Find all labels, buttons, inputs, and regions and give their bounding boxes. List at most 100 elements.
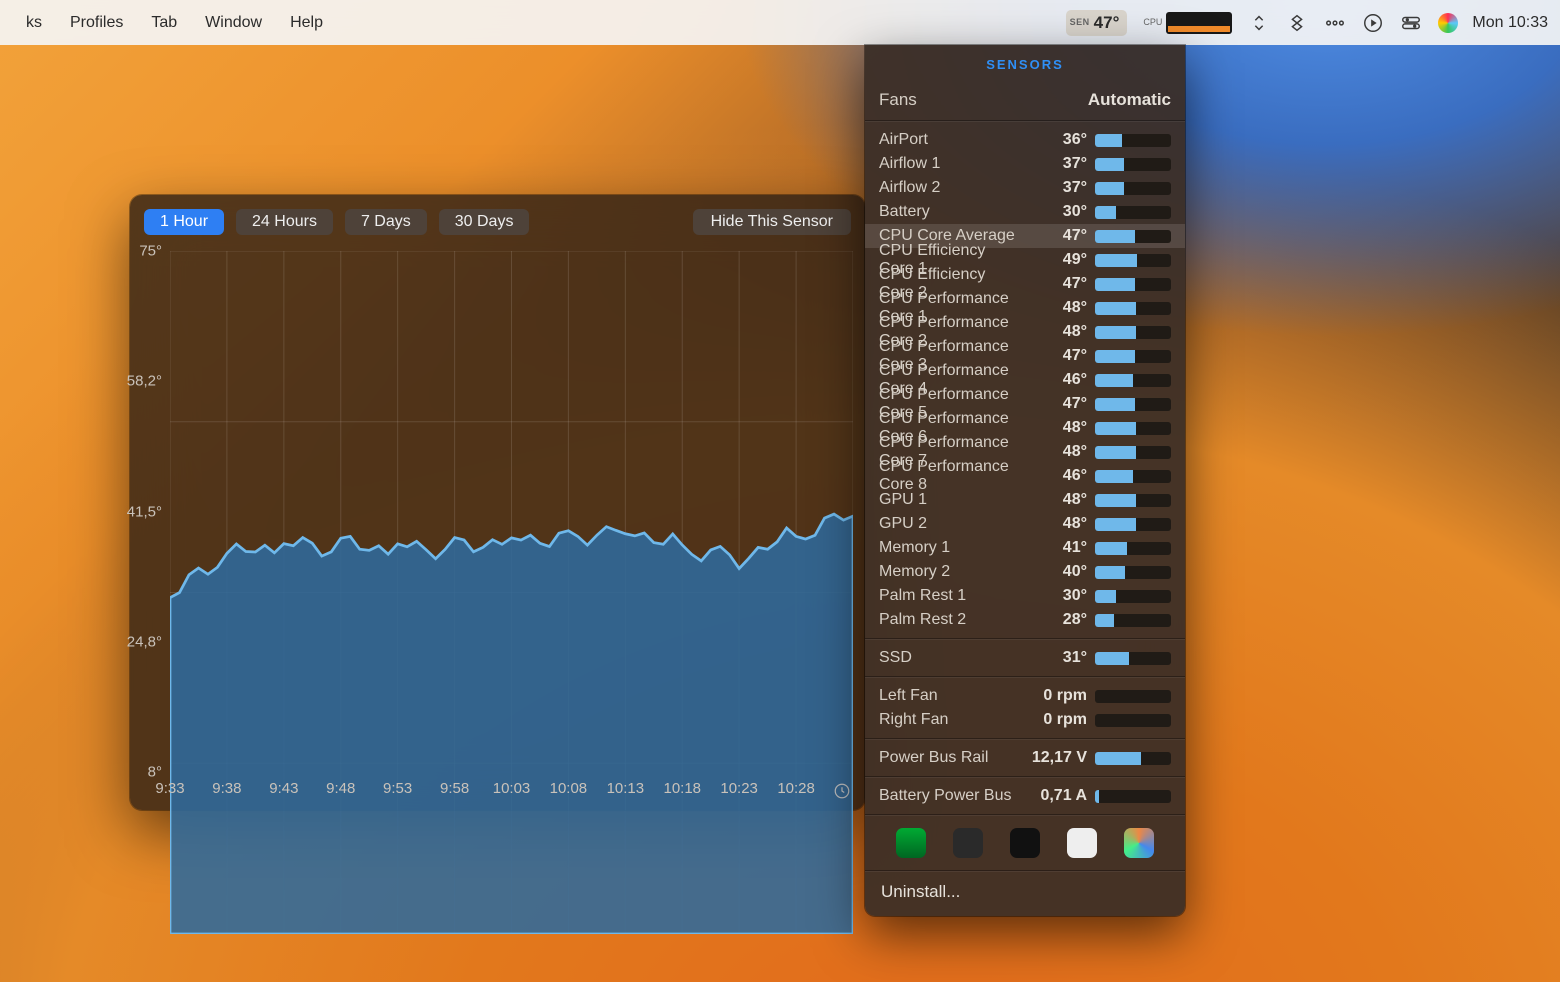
sensor-bar xyxy=(1095,398,1171,411)
y-tick: 41,5° xyxy=(127,503,162,520)
sensor-bar xyxy=(1095,542,1171,555)
x-tick: 9:33 xyxy=(155,780,184,797)
x-tick: 9:53 xyxy=(383,780,412,797)
sensor-name: CPU Performance Core 8 xyxy=(879,458,1017,494)
sensor-bar xyxy=(1095,278,1171,291)
sensor-row-battery-bus[interactable]: Battery Power Bus 0,71 A xyxy=(865,784,1185,808)
sensor-row[interactable]: Battery30° xyxy=(865,200,1185,224)
sensor-name: Left Fan xyxy=(879,687,1017,705)
app-shortcut-icon[interactable] xyxy=(1124,828,1154,858)
menu-item[interactable]: Profiles xyxy=(56,0,137,45)
dropbox-icon[interactable] xyxy=(1278,0,1316,45)
menu-item[interactable]: Tab xyxy=(137,0,191,45)
sensor-value: 48° xyxy=(1017,515,1095,533)
sensor-row[interactable]: Memory 240° xyxy=(865,560,1185,584)
sensor-row[interactable]: CPU Performance Core 846° xyxy=(865,464,1185,488)
app-shortcut-icon[interactable] xyxy=(953,828,983,858)
hide-sensor-button[interactable]: Hide This Sensor xyxy=(693,209,851,235)
sensor-row[interactable]: Palm Rest 228° xyxy=(865,608,1185,632)
play-icon[interactable] xyxy=(1354,0,1392,45)
sensor-bar xyxy=(1095,614,1171,627)
menu-item[interactable]: Help xyxy=(276,0,337,45)
y-tick: 24,8° xyxy=(127,633,162,650)
menubar-clock[interactable]: Mon 10:33 xyxy=(1466,14,1548,32)
sensor-bar xyxy=(1095,422,1171,435)
range-30d[interactable]: 30 Days xyxy=(439,209,530,235)
sensor-row[interactable]: Memory 141° xyxy=(865,536,1185,560)
menu-item[interactable]: Window xyxy=(191,0,276,45)
sensor-row[interactable]: Palm Rest 130° xyxy=(865,584,1185,608)
sensor-name: AirPort xyxy=(879,131,1017,149)
sensor-value: 0 rpm xyxy=(1017,687,1095,705)
sensor-bar xyxy=(1095,134,1171,147)
range-1h[interactable]: 1 Hour xyxy=(144,209,224,235)
app-shortcut-icon[interactable] xyxy=(1067,828,1097,858)
fans-list: Left Fan0 rpmRight Fan0 rpm xyxy=(865,678,1185,738)
cpu-chip-label: CPU xyxy=(1143,18,1162,27)
x-tick: 9:43 xyxy=(269,780,298,797)
sensor-value: 31° xyxy=(1017,649,1095,667)
x-tick: 10:13 xyxy=(607,780,645,797)
x-tick: 9:58 xyxy=(440,780,469,797)
sensor-value: 12,17 V xyxy=(1017,749,1095,767)
sensor-row-power[interactable]: Power Bus Rail 12,17 V xyxy=(865,746,1185,770)
fans-mode-row[interactable]: Fans Automatic xyxy=(865,84,1185,120)
sensors-dropdown: SENSORS Fans Automatic AirPort36°Airflow… xyxy=(865,45,1185,916)
range-7d[interactable]: 7 Days xyxy=(345,209,427,235)
sensor-bar xyxy=(1095,470,1171,483)
siri-icon[interactable] xyxy=(1430,0,1466,45)
app-shortcut-icon[interactable] xyxy=(896,828,926,858)
app-shortcut-icon[interactable] xyxy=(1010,828,1040,858)
sensor-row[interactable]: GPU 148° xyxy=(865,488,1185,512)
sensor-bar xyxy=(1095,374,1171,387)
sensor-value: 46° xyxy=(1017,467,1095,485)
sensor-bar xyxy=(1095,566,1171,579)
sensor-value: 48° xyxy=(1017,299,1095,317)
sensor-name: Memory 1 xyxy=(879,539,1017,557)
sensor-bar xyxy=(1095,230,1171,243)
overflow-icon[interactable] xyxy=(1316,0,1354,45)
sensor-bar xyxy=(1095,714,1171,727)
sensor-bar xyxy=(1095,494,1171,507)
sensor-name: SSD xyxy=(879,649,1017,667)
menubar: ks Profiles Tab Window Help SEN 47° CPU … xyxy=(0,0,1560,45)
x-tick: 9:48 xyxy=(326,780,355,797)
sensor-name: Battery xyxy=(879,203,1017,221)
sensor-bar xyxy=(1095,158,1171,171)
fans-label: Fans xyxy=(879,90,1088,110)
sensor-bar xyxy=(1095,326,1171,339)
dropdown-title: SENSORS xyxy=(865,57,1185,84)
sensor-name: Memory 2 xyxy=(879,563,1017,581)
sensor-value: 0,71 A xyxy=(1017,787,1095,805)
fan-row[interactable]: Right Fan0 rpm xyxy=(865,708,1185,732)
sensor-bar xyxy=(1095,690,1171,703)
sensor-value: 47° xyxy=(1017,227,1095,245)
cpu-menubar-chip[interactable]: CPU xyxy=(1135,0,1240,45)
app-shortcut-row xyxy=(865,816,1185,870)
sensor-value: 49° xyxy=(1017,251,1095,269)
sensor-name: Airflow 2 xyxy=(879,179,1017,197)
sensor-row[interactable]: Airflow 137° xyxy=(865,152,1185,176)
sensor-bar xyxy=(1095,206,1171,219)
x-tick: 10:23 xyxy=(720,780,758,797)
control-center-icon[interactable] xyxy=(1392,0,1430,45)
sensor-bar xyxy=(1095,254,1171,267)
sensor-bar xyxy=(1095,350,1171,363)
uninstall-button[interactable]: Uninstall... xyxy=(865,872,1185,916)
y-tick: 8° xyxy=(148,764,162,781)
sensor-menubar-chip[interactable]: SEN 47° xyxy=(1058,0,1136,45)
expand-icon[interactable] xyxy=(1240,0,1278,45)
sensor-value: 47° xyxy=(1017,395,1095,413)
sensor-row[interactable]: Airflow 237° xyxy=(865,176,1185,200)
sensor-row[interactable]: AirPort36° xyxy=(865,128,1185,152)
menu-item[interactable]: ks xyxy=(12,0,56,45)
sensor-chip-label: SEN xyxy=(1070,18,1090,27)
sensor-row-ssd[interactable]: SSD 31° xyxy=(865,646,1185,670)
fan-row[interactable]: Left Fan0 rpm xyxy=(865,684,1185,708)
sensor-row[interactable]: GPU 248° xyxy=(865,512,1185,536)
fans-mode-value: Automatic xyxy=(1088,90,1171,110)
cpu-bars-icon xyxy=(1166,12,1232,34)
sensor-name: Airflow 1 xyxy=(879,155,1017,173)
sensor-bar xyxy=(1095,790,1171,803)
range-24h[interactable]: 24 Hours xyxy=(236,209,333,235)
